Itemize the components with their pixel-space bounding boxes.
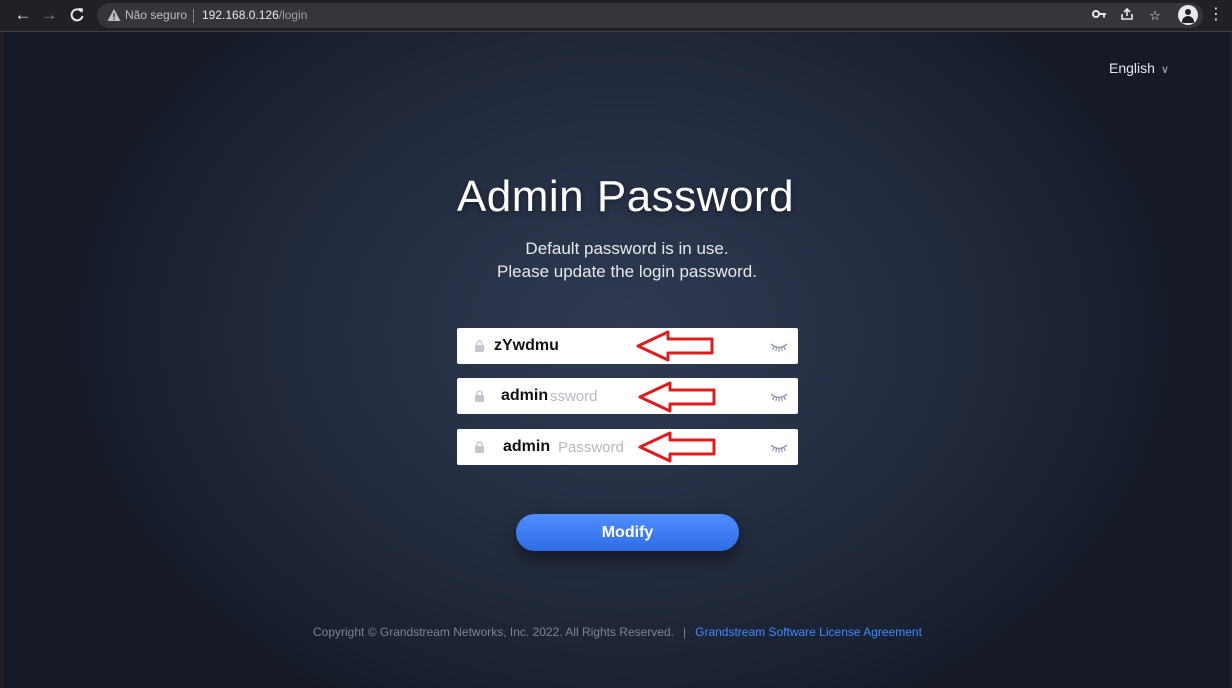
- lock-icon: [475, 340, 484, 352]
- copyright-text: Copyright © Grandstream Networks, Inc. 2…: [313, 625, 674, 639]
- url-text: 192.168.0.126/login: [202, 8, 307, 22]
- warning-icon: [107, 9, 121, 21]
- back-icon[interactable]: ←: [12, 4, 34, 26]
- lock-icon: [475, 441, 484, 453]
- field-placeholder: Password: [558, 439, 624, 456]
- eye-closed-icon[interactable]: [770, 342, 788, 352]
- chevron-down-icon: ∨: [1160, 64, 1169, 76]
- url-host: 192.168.0.126: [202, 8, 279, 22]
- eye-closed-icon[interactable]: [770, 392, 788, 402]
- field-value: admin: [501, 387, 549, 404]
- reload-icon[interactable]: [66, 4, 88, 26]
- footer: Copyright © Grandstream Networks, Inc. 2…: [313, 625, 922, 639]
- security-status[interactable]: Não seguro: [125, 8, 187, 22]
- page-title: Admin Password: [456, 172, 795, 221]
- forward-icon[interactable]: →: [38, 4, 60, 26]
- field-placeholder: ssword: [550, 388, 598, 405]
- current-password-field[interactable]: zYwdmu: [457, 328, 798, 364]
- lock-icon: [475, 390, 484, 402]
- subtitle-line-2: Please update the login password.: [497, 262, 757, 281]
- share-icon[interactable]: [1117, 6, 1137, 26]
- omnibox-divider: [193, 9, 194, 23]
- address-bar[interactable]: Não seguro 192.168.0.126/login ☆: [97, 3, 1203, 28]
- field-value: admin: [503, 438, 551, 455]
- profile-avatar-icon[interactable]: [1178, 5, 1198, 25]
- key-icon[interactable]: [1089, 6, 1109, 26]
- confirm-password-field[interactable]: admin Password: [457, 429, 798, 465]
- new-password-field[interactable]: admin ssword: [457, 378, 798, 414]
- footer-separator: |: [683, 625, 687, 639]
- bookmark-star-icon[interactable]: ☆: [1145, 6, 1165, 26]
- avatar-head: [1185, 9, 1191, 15]
- login-page: English ∨ Admin Password Default password…: [4, 32, 1230, 688]
- language-selector[interactable]: English ∨: [1109, 60, 1169, 76]
- eye-closed-icon[interactable]: [770, 443, 788, 453]
- subtitle-line-1: Default password is in use.: [525, 239, 729, 258]
- url-path: /login: [278, 8, 308, 22]
- more-menu-icon[interactable]: ⋮: [1208, 4, 1224, 26]
- field-value: zYwdmu: [494, 337, 559, 354]
- modify-button[interactable]: Modify: [516, 514, 739, 551]
- language-label: English: [1109, 60, 1155, 76]
- browser-toolbar: ← → Não seguro 192.168.0.126/login ☆ ⋮: [0, 0, 1232, 32]
- license-agreement-link[interactable]: Grandstream Software License Agreement: [695, 625, 922, 639]
- avatar-body: [1182, 16, 1194, 23]
